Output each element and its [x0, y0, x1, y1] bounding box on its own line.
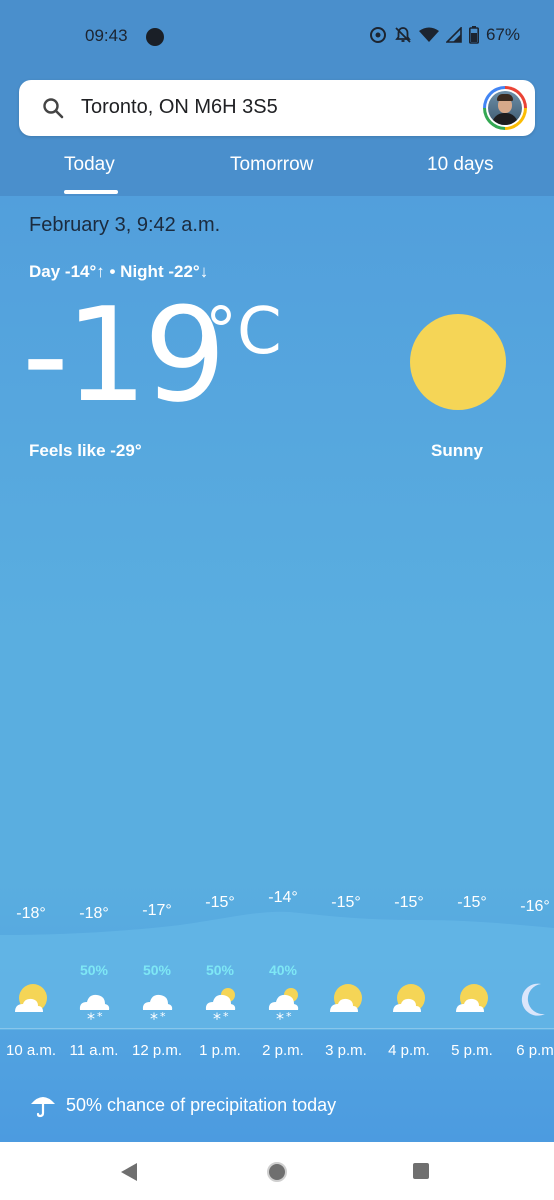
hourly-precip-chance: 50% [79, 962, 109, 978]
svg-text:*: * [213, 1009, 221, 1026]
battery-icon [468, 26, 479, 44]
status-icons: 67% [369, 25, 520, 45]
hourly-time: 2 p.m. [262, 1042, 304, 1059]
partly-cloudy-sun-icon [452, 982, 492, 1026]
location-search-bar[interactable]: Toronto, ON M6H 3S5 [19, 80, 535, 136]
hourly-divider [0, 1028, 554, 1029]
tab-10-days[interactable]: 10 days [427, 154, 494, 176]
hourly-temp: -15° [457, 894, 487, 911]
svg-text:*: * [286, 1010, 292, 1023]
feels-like: Feels like -29° [29, 441, 142, 460]
current-temperature: -19 [22, 279, 226, 431]
hourly-precip-chance: 50% [142, 962, 172, 978]
account-avatar[interactable] [483, 86, 527, 130]
temperature-unit: °C [205, 295, 282, 369]
day-tabs: Today Tomorrow 10 days [0, 146, 554, 196]
hourly-temp: -18° [16, 905, 46, 922]
precipitation-summary: 50% chance of precipitation today [30, 1090, 336, 1120]
signal-icon [445, 27, 462, 43]
status-bar: 09:43 67% [0, 0, 554, 72]
hourly-temp: -15° [205, 894, 235, 911]
precipitation-text: 50% chance of precipitation today [66, 1094, 337, 1115]
profile-photo [488, 91, 522, 125]
snow-cloud-sun-icon: * * [263, 982, 303, 1028]
home-icon[interactable] [266, 1161, 288, 1183]
svg-text:*: * [276, 1009, 284, 1026]
current-date-time: February 3, 9:42 a.m. [29, 214, 221, 236]
svg-text:*: * [97, 1010, 103, 1023]
data-saver-icon [369, 27, 386, 43]
svg-text:*: * [223, 1010, 229, 1023]
weather-condition: Sunny [431, 441, 483, 460]
bell-off-icon [395, 27, 411, 43]
tab-tomorrow[interactable]: Tomorrow [230, 154, 313, 176]
hourly-temp: -14° [268, 889, 298, 906]
svg-text:*: * [150, 1009, 158, 1026]
hourly-time: 10 a.m. [5, 1042, 57, 1059]
hourly-time: 1 p.m. [199, 1042, 241, 1059]
umbrella-icon [31, 1097, 55, 1118]
hourly-precip-chance: 40% [268, 962, 298, 978]
moon-icon [515, 982, 554, 1026]
weather-screen: 09:43 67% Toronto, ON M6H 3S5 Today Tomo… [0, 0, 554, 1200]
svg-text:*: * [160, 1010, 166, 1023]
hourly-time: 4 p.m. [388, 1042, 430, 1059]
hourly-temp: -16° [520, 898, 550, 915]
hourly-temp: -15° [394, 894, 424, 911]
snow-cloud-icon: * * [137, 982, 177, 1028]
search-icon[interactable] [41, 96, 65, 120]
hourly-time: 3 p.m. [325, 1042, 367, 1059]
hourly-temp: -15° [331, 894, 361, 911]
tab-today[interactable]: Today [64, 154, 115, 176]
hourly-temp: -17° [142, 902, 172, 919]
partly-cloudy-sun-icon [326, 982, 366, 1026]
snow-cloud-icon: * * [74, 982, 114, 1028]
system-navigation-bar [0, 1142, 554, 1200]
partly-cloudy-sun-icon [389, 982, 429, 1026]
location-text[interactable]: Toronto, ON M6H 3S5 [81, 96, 278, 119]
hourly-temp: -18° [79, 905, 109, 922]
hourly-time: 12 p.m. [131, 1042, 183, 1059]
selected-tab-indicator [64, 190, 118, 194]
back-icon[interactable] [120, 1162, 138, 1182]
svg-text:*: * [87, 1009, 95, 1026]
snow-cloud-sun-icon: * * [200, 982, 240, 1028]
recent-apps-icon[interactable] [412, 1162, 430, 1180]
hourly-time: 5 p.m. [451, 1042, 493, 1059]
battery-percentage: 67% [485, 25, 520, 44]
hourly-time: 6 p.m [516, 1042, 554, 1059]
hourly-precip-chance: 50% [205, 962, 235, 978]
hourly-time: 11 a.m. [69, 1042, 119, 1059]
partly-cloudy-sun-icon [11, 982, 51, 1026]
sun-icon [410, 314, 506, 410]
status-time: 09:43 [85, 26, 128, 45]
wifi-icon [418, 27, 439, 42]
camera-cutout [146, 28, 164, 46]
